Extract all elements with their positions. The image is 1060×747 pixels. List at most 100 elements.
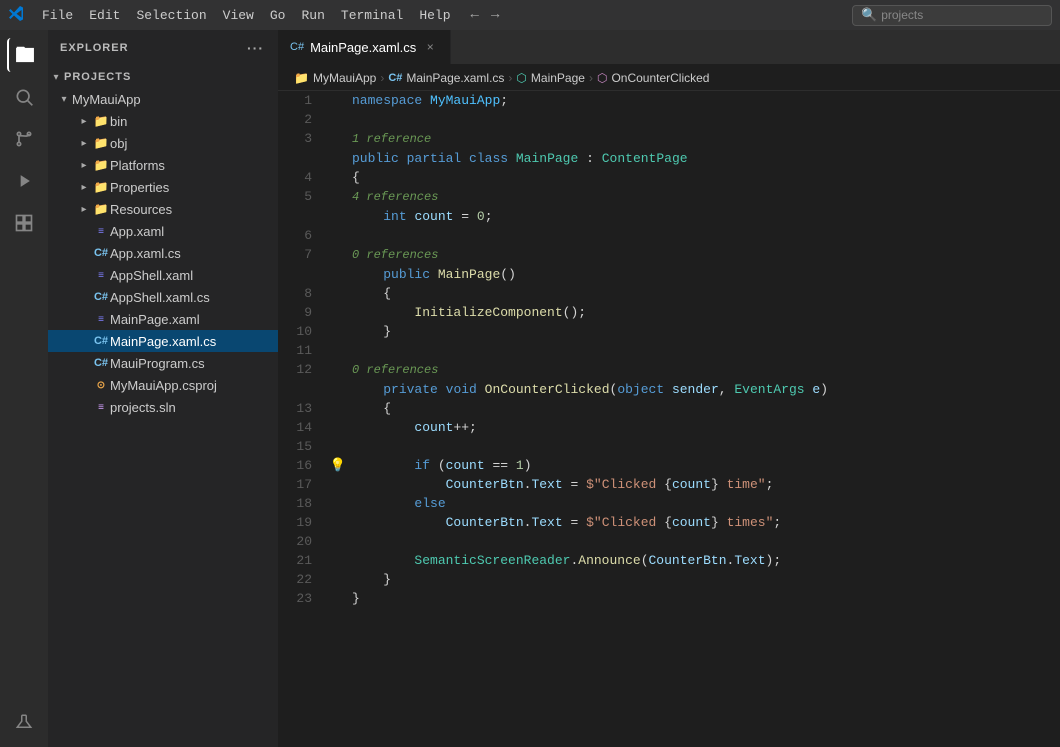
lightbulb-icon[interactable]: 💡 [330, 458, 346, 473]
menu-view[interactable]: View [215, 4, 262, 27]
code-line-7: 7 0 references public MainPage() [278, 245, 1060, 284]
line-gutter-14 [328, 418, 348, 437]
line-gutter-2 [328, 110, 348, 129]
line-content-6 [348, 226, 1060, 245]
tree-appshell-xaml-cs[interactable]: C# AppShell.xaml.cs [48, 286, 278, 308]
line-content-20 [348, 532, 1060, 551]
sidebar: EXPLORER ··· ▾ PROJECTS ▾ MyMauiApp ▸ 📁 … [48, 30, 278, 747]
line-gutter-5 [328, 187, 348, 226]
appshell-xaml-label: AppShell.xaml [110, 268, 278, 283]
tree-resources[interactable]: ▸ 📁 Resources [48, 198, 278, 220]
line-number-23: 23 [278, 589, 328, 608]
menu-edit[interactable]: Edit [81, 4, 128, 27]
line-content-3: 1 reference public partial class MainPag… [348, 129, 1060, 168]
tree-mauiprogram-cs[interactable]: C# MauiProgram.cs [48, 352, 278, 374]
code-line-11: 11 [278, 341, 1060, 360]
search-input[interactable] [881, 8, 1043, 22]
mauiprogram-cs-label: MauiProgram.cs [110, 356, 278, 371]
menu-file[interactable]: File [34, 4, 81, 27]
tree-properties[interactable]: ▸ 📁 Properties [48, 176, 278, 198]
line-gutter-15 [328, 437, 348, 456]
bin-label: bin [110, 114, 278, 129]
tree-platforms[interactable]: ▸ 📁 Platforms [48, 154, 278, 176]
chevron-right-icon: ▸ [76, 160, 92, 171]
line-number-7: 7 [278, 245, 328, 284]
menu-terminal[interactable]: Terminal [333, 4, 411, 27]
tree-app-xaml[interactable]: ≡ App.xaml [48, 220, 278, 242]
nav-forward[interactable]: → [487, 5, 503, 25]
menu-run[interactable]: Run [293, 4, 332, 27]
search-activity-icon[interactable] [7, 80, 41, 114]
line-gutter-7 [328, 245, 348, 284]
line-content-14: count++; [348, 418, 1060, 437]
line-gutter-4 [328, 168, 348, 187]
menu-go[interactable]: Go [262, 4, 294, 27]
code-line-23: 23 } [278, 589, 1060, 608]
cs-icon: C# [92, 291, 110, 303]
tab-mainpage-xaml-cs[interactable]: C# MainPage.xaml.cs × [278, 30, 451, 64]
resources-label: Resources [110, 202, 278, 217]
folder-icon: 📁 [92, 180, 110, 194]
line-gutter-19 [328, 513, 348, 532]
tree-myMauiApp[interactable]: ▾ MyMauiApp [48, 88, 278, 110]
line-content-10: } [348, 322, 1060, 341]
menu-selection[interactable]: Selection [128, 4, 214, 27]
tree-mainpage-xaml-cs[interactable]: C# MainPage.xaml.cs [48, 330, 278, 352]
tree-obj[interactable]: ▸ 📁 obj [48, 132, 278, 154]
line-gutter-20 [328, 532, 348, 551]
app-xaml-label: App.xaml [110, 224, 278, 239]
tab-cs-icon: C# [290, 41, 304, 53]
tree-appshell-xaml[interactable]: ≡ AppShell.xaml [48, 264, 278, 286]
tree-projects-root[interactable]: ▾ PROJECTS [48, 66, 278, 88]
tree-csproj[interactable]: ⊙ MyMauiApp.csproj [48, 374, 278, 396]
folder-icon: 📁 [92, 136, 110, 150]
code-editor[interactable]: 1 namespace MyMauiApp; 2 3 1 reference p… [278, 91, 1060, 747]
csproj-label: MyMauiApp.csproj [110, 378, 278, 393]
tree-app-xaml-cs[interactable]: C# App.xaml.cs [48, 242, 278, 264]
line-number-20: 20 [278, 532, 328, 551]
line-content-11 [348, 341, 1060, 360]
file-tree: ▾ PROJECTS ▾ MyMauiApp ▸ 📁 bin ▸ 📁 obj [48, 66, 278, 747]
tree-bin[interactable]: ▸ 📁 bin [48, 110, 278, 132]
code-line-1: 1 namespace MyMauiApp; [278, 91, 1060, 110]
breadcrumb-method[interactable]: OnCounterClicked [611, 71, 709, 85]
extensions-activity-icon[interactable] [7, 206, 41, 240]
line-number-17: 17 [278, 475, 328, 494]
breadcrumb-class[interactable]: MainPage [531, 71, 585, 85]
breadcrumb-sep-2: › [508, 71, 512, 85]
myMauiApp-label: MyMauiApp [72, 92, 278, 107]
code-line-17: 17 CounterBtn.Text = $"Clicked {count} t… [278, 475, 1060, 494]
line-number-4: 4 [278, 168, 328, 187]
breadcrumb-project[interactable]: MyMauiApp [313, 71, 376, 85]
nav-back[interactable]: ← [467, 5, 483, 25]
line-number-18: 18 [278, 494, 328, 513]
flask-activity-icon[interactable] [7, 705, 41, 739]
breadcrumb-file[interactable]: MainPage.xaml.cs [406, 71, 504, 85]
xaml-icon: ≡ [92, 226, 110, 237]
nav-arrows: ← → [467, 5, 504, 25]
breadcrumb: 📁 MyMauiApp › C# MainPage.xaml.cs › ⬡ Ma… [278, 65, 1060, 91]
tab-close-button[interactable]: × [422, 39, 438, 55]
code-line-5: 5 4 references int count = 0; [278, 187, 1060, 226]
line-content-21: SemanticScreenReader.Announce(CounterBtn… [348, 551, 1060, 570]
projects-label: PROJECTS [64, 71, 278, 83]
line-gutter-11 [328, 341, 348, 360]
code-line-16: 16 💡 if (count == 1) [278, 456, 1060, 475]
cs-icon: C# [92, 247, 110, 259]
chevron-down-icon: ▾ [56, 94, 72, 105]
line-number-3: 3 [278, 129, 328, 168]
line-number-22: 22 [278, 570, 328, 589]
tree-mainpage-xaml[interactable]: ≡ MainPage.xaml [48, 308, 278, 330]
line-content-23: } [348, 589, 1060, 608]
source-control-activity-icon[interactable] [7, 122, 41, 156]
tree-sln[interactable]: ≡ projects.sln [48, 396, 278, 418]
line-gutter-6 [328, 226, 348, 245]
menu-help[interactable]: Help [411, 4, 458, 27]
global-search[interactable]: 🔍 [852, 5, 1052, 26]
editor-area: C# MainPage.xaml.cs × 📁 MyMauiApp › C# M… [278, 30, 1060, 747]
more-actions-icon[interactable]: ··· [245, 38, 266, 58]
vscode-logo [8, 5, 24, 26]
line-gutter-1 [328, 91, 348, 110]
run-debug-activity-icon[interactable] [7, 164, 41, 198]
explorer-activity-icon[interactable] [7, 38, 41, 72]
